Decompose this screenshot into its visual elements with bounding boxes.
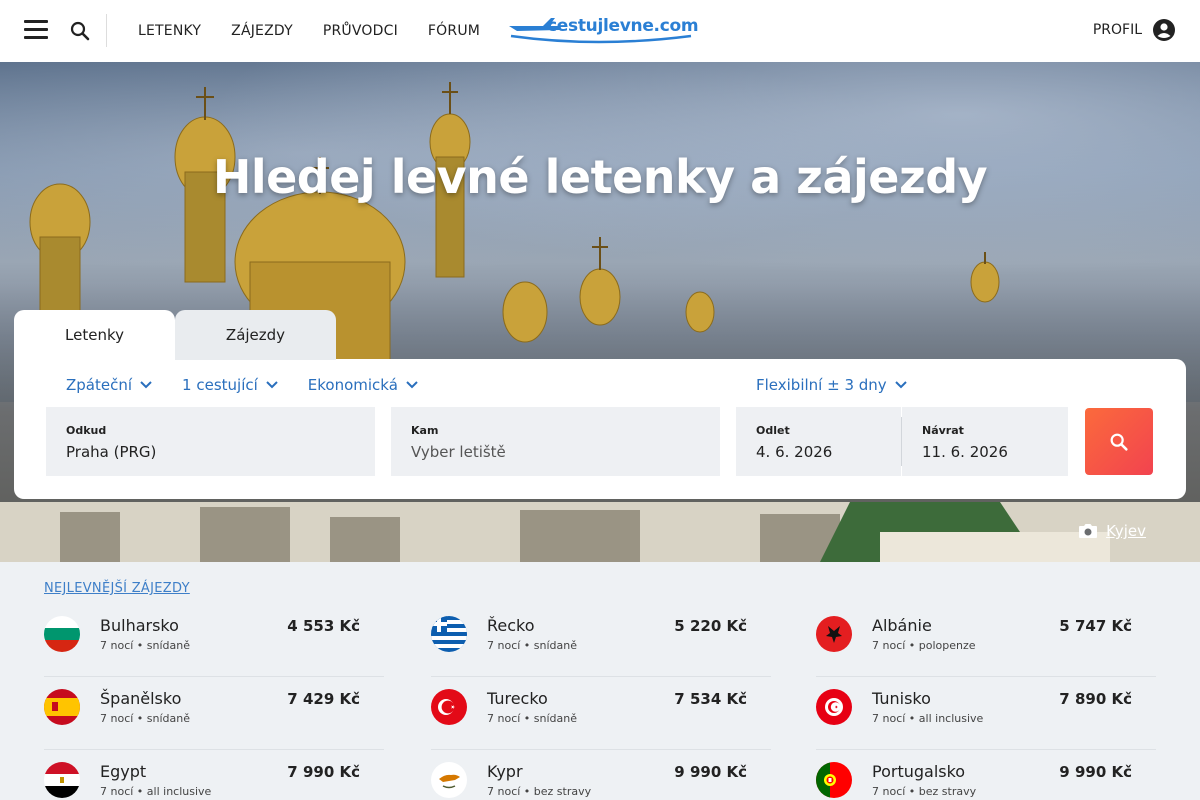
logo-text: cestujlevne.com: [547, 16, 699, 36]
cyprus-flag-icon: [431, 762, 467, 798]
main-nav: LETENKY ZÁJEZDY PRŮVODCI FÓRUM: [138, 0, 510, 62]
origin-label: Odkud: [66, 424, 107, 437]
cheapest-deals-title[interactable]: NEJLEVNĚJŠÍ ZÁJEZDY: [44, 581, 190, 596]
origin-field[interactable]: Odkud Praha (PRG): [46, 407, 375, 476]
tunisia-flag-icon: [816, 689, 852, 725]
deal-meta: 7 nocí • snídaně: [487, 639, 578, 652]
deal-meta: 7 nocí • bez stravy: [872, 785, 977, 798]
date-divider: [901, 417, 902, 466]
chevron-down-icon: [140, 381, 152, 389]
return-value: 11. 6. 2026: [922, 443, 1008, 461]
camera-icon: [1079, 524, 1098, 538]
search-tabs: Letenky Zájezdy: [14, 310, 336, 360]
departure-value: 4. 6. 2026: [756, 443, 833, 461]
user-avatar-icon: [1153, 19, 1175, 41]
deal-meta: 7 nocí • bez stravy: [487, 785, 592, 798]
deal-item[interactable]: Řecko 7 nocí • snídaně 5 220 Kč: [431, 604, 771, 677]
departure-date-field[interactable]: Odlet 4. 6. 2026: [736, 407, 901, 476]
passengers-dropdown[interactable]: 1 cestující: [182, 376, 278, 394]
tab-letenky[interactable]: Letenky: [14, 310, 175, 360]
search-icon[interactable]: [68, 19, 92, 43]
deal-item[interactable]: Bulharsko 7 nocí • snídaně 4 553 Kč: [44, 604, 384, 677]
deal-country: Tunisko: [872, 689, 931, 708]
nav-zajezdy[interactable]: ZÁJEZDY: [231, 23, 293, 39]
chevron-down-icon: [894, 381, 907, 389]
deal-country: Řecko: [487, 616, 535, 635]
deal-item[interactable]: Tunisko 7 nocí • all inclusive 7 890 Kč: [816, 677, 1156, 750]
deal-country: Egypt: [100, 762, 147, 781]
deal-meta: 7 nocí • all inclusive: [872, 712, 984, 725]
search-panel: Zpáteční 1 cestující Ekonomická Flexibil…: [14, 359, 1186, 499]
profile-label: PROFIL: [1092, 22, 1142, 38]
deal-meta: 7 nocí • snídaně: [100, 639, 191, 652]
deal-meta: 7 nocí • all inclusive: [100, 785, 212, 798]
deal-price: 7 890 Kč: [1059, 690, 1132, 708]
deal-country: Španělsko: [100, 689, 182, 708]
greece-flag-icon: [431, 616, 467, 652]
spain-flag-icon: [44, 689, 80, 725]
chevron-down-icon: [266, 381, 278, 389]
hero-title: Hledej levné letenky a zájezdy: [212, 150, 988, 204]
deal-country: Kypr: [487, 762, 523, 781]
nav-forum[interactable]: FÓRUM: [428, 23, 480, 39]
hamburger-menu-icon[interactable]: [24, 20, 48, 40]
destination-label: Kam: [411, 424, 439, 437]
deal-item[interactable]: Egypt 7 nocí • all inclusive 7 990 Kč: [44, 750, 384, 800]
deal-country: Bulharsko: [100, 616, 179, 635]
header: LETENKY ZÁJEZDY PRŮVODCI FÓRUM cestujlev…: [0, 0, 1200, 62]
trip-type-label: Zpáteční: [66, 376, 133, 394]
deal-item[interactable]: Turecko 7 nocí • snídaně 7 534 Kč: [431, 677, 771, 750]
search-icon: [1110, 433, 1128, 451]
deal-price: 7 534 Kč: [674, 690, 747, 708]
departure-label: Odlet: [756, 424, 790, 437]
deal-price: 9 990 Kč: [674, 763, 747, 781]
cabin-class-dropdown[interactable]: Ekonomická: [308, 376, 418, 394]
return-label: Návrat: [922, 424, 964, 437]
header-divider: [106, 14, 107, 47]
deal-price: 4 553 Kč: [287, 617, 360, 635]
deal-price: 7 990 Kč: [287, 763, 360, 781]
site-logo[interactable]: cestujlevne.com: [507, 12, 699, 48]
trip-type-dropdown[interactable]: Zpáteční: [66, 376, 152, 394]
deal-item[interactable]: Portugalsko 7 nocí • bez stravy 9 990 Kč: [816, 750, 1156, 800]
portugal-flag-icon: [816, 762, 852, 798]
return-date-field[interactable]: Návrat 11. 6. 2026: [902, 407, 1068, 476]
deal-country: Turecko: [487, 689, 548, 708]
passengers-label: 1 cestující: [182, 376, 258, 394]
origin-value: Praha (PRG): [66, 443, 157, 461]
albania-flag-icon: [816, 616, 852, 652]
bulgaria-flag-icon: [44, 616, 80, 652]
deal-item[interactable]: Kypr 7 nocí • bez stravy 9 990 Kč: [431, 750, 771, 800]
search-options: Zpáteční 1 cestující Ekonomická: [66, 376, 448, 394]
tab-zajezdy[interactable]: Zájezdy: [175, 310, 336, 360]
flexibility-dropdown[interactable]: Flexibilní ± 3 dny: [756, 376, 907, 394]
destination-field[interactable]: Kam Vyber letiště: [391, 407, 720, 476]
chevron-down-icon: [406, 381, 418, 389]
nav-letenky[interactable]: LETENKY: [138, 23, 201, 39]
profile-button[interactable]: PROFIL: [1093, 18, 1176, 42]
search-submit-button[interactable]: [1085, 408, 1153, 475]
nav-pruvodci[interactable]: PRŮVODCI: [323, 23, 398, 39]
photo-location-link[interactable]: Kyjev: [1106, 522, 1146, 540]
turkey-flag-icon: [431, 689, 467, 725]
deal-price: 5 220 Kč: [674, 617, 747, 635]
deal-country: Albánie: [872, 616, 932, 635]
deal-meta: 7 nocí • snídaně: [487, 712, 578, 725]
deal-country: Portugalsko: [872, 762, 966, 781]
deal-item[interactable]: Španělsko 7 nocí • snídaně 7 429 Kč: [44, 677, 384, 750]
egypt-flag-icon: [44, 762, 80, 798]
photo-credit: Kyjev: [1078, 522, 1146, 540]
cabin-class-label: Ekonomická: [307, 376, 398, 394]
deal-price: 9 990 Kč: [1059, 763, 1132, 781]
deal-meta: 7 nocí • polopenze: [872, 639, 976, 652]
deal-item[interactable]: Albánie 7 nocí • polopenze 5 747 Kč: [816, 604, 1156, 677]
deal-price: 7 429 Kč: [287, 690, 360, 708]
flexibility-label: Flexibilní ± 3 dny: [756, 376, 887, 394]
deal-price: 5 747 Kč: [1059, 617, 1132, 635]
destination-placeholder: Vyber letiště: [411, 443, 506, 461]
deal-meta: 7 nocí • snídaně: [100, 712, 191, 725]
